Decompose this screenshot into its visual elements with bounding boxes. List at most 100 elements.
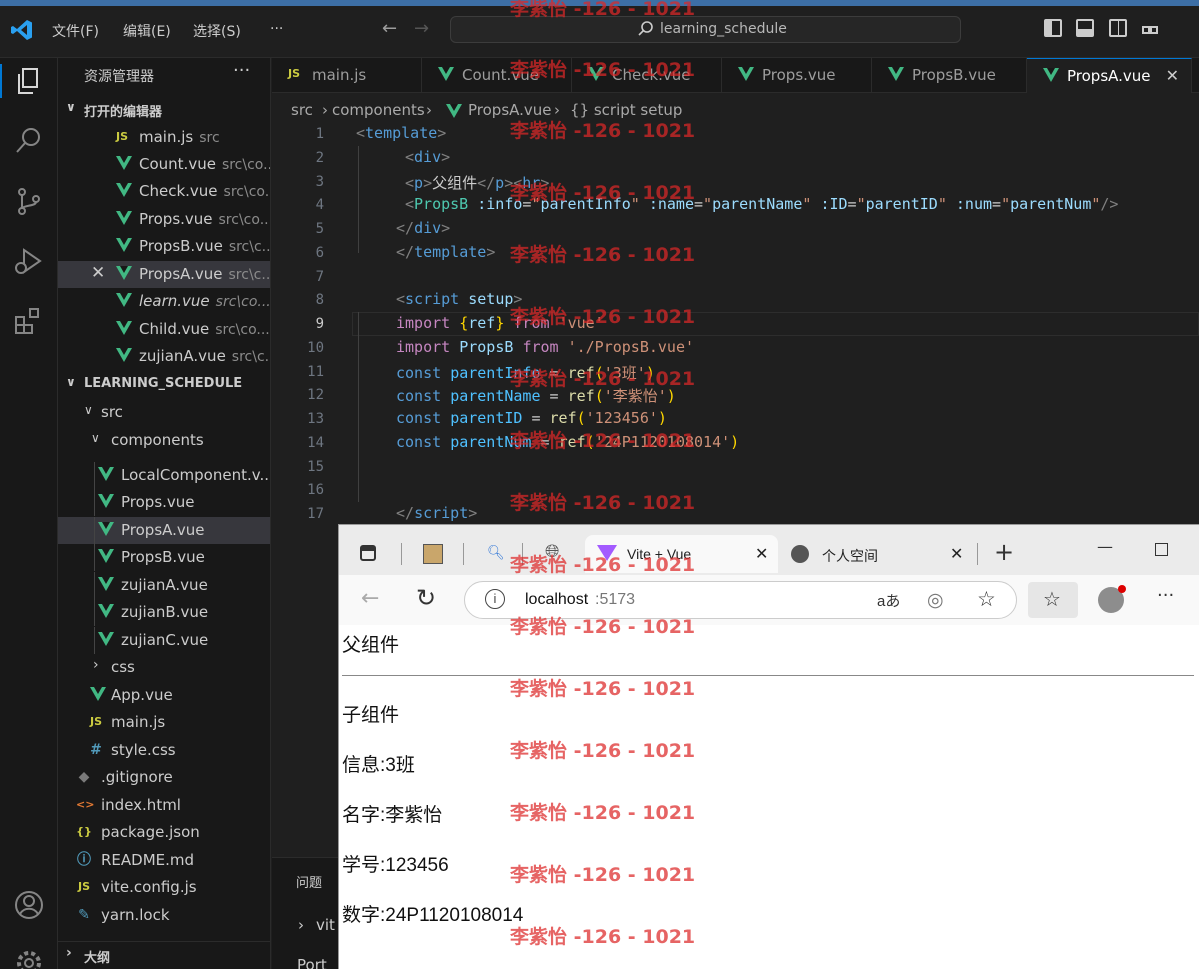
close-icon[interactable]: ✕	[950, 544, 963, 564]
file-item[interactable]: PropsB.vue	[58, 544, 270, 571]
breadcrumb-symbol[interactable]: {} script setup	[570, 101, 682, 119]
open-editors-section[interactable]: ∨ 打开的编辑器	[58, 96, 271, 123]
file-item[interactable]: <> index.html	[58, 792, 270, 819]
account-icon[interactable]	[12, 888, 46, 922]
file-item[interactable]: # style.css	[58, 737, 270, 764]
tab-propsb-vue[interactable]: PropsB.vue	[872, 58, 1027, 93]
address-bar[interactable]: i localhost:5173 aあ ◎ ☆	[464, 581, 1017, 619]
line-number: 12	[307, 387, 324, 403]
avatar[interactable]	[1098, 585, 1126, 613]
panel-row[interactable]: vit	[316, 916, 335, 934]
divider	[522, 543, 523, 565]
minimize-icon[interactable]: —	[1097, 537, 1113, 556]
open-editor-item[interactable]: PropsB.vue src\c...	[58, 233, 270, 260]
file-item[interactable]: zujianA.vue	[58, 572, 270, 599]
code-line: </script>	[396, 504, 478, 522]
open-editor-item[interactable]: Props.vue src\co...	[58, 206, 270, 233]
run-debug-icon[interactable]	[12, 244, 46, 278]
favorites-button[interactable]: ☆	[1028, 582, 1078, 618]
more-icon[interactable]: ···	[1157, 585, 1174, 606]
explorer-more-button[interactable]: ···	[233, 60, 250, 81]
file-item[interactable]: ⓘ README.md	[58, 847, 270, 874]
close-icon[interactable]: ✕	[755, 544, 768, 564]
explorer-icon[interactable]	[0, 64, 58, 98]
line-number: 7	[315, 269, 324, 285]
breadcrumb-file[interactable]: PropsA.vue	[468, 101, 552, 119]
file-name: zujianC.vue	[121, 631, 209, 649]
open-editor-item[interactable]: zujianA.vue src\c...	[58, 343, 270, 370]
file-item[interactable]: App.vue	[58, 682, 270, 709]
customize-layout-icon[interactable]	[1142, 19, 1160, 37]
outline-section[interactable]: › 大纲	[58, 941, 271, 968]
tab-check-vue[interactable]: Check.vue	[572, 58, 722, 93]
menu-edit[interactable]: 编辑(E)	[123, 21, 171, 41]
indent-guide	[94, 572, 95, 599]
browser-tab-active[interactable]: Vite + Vue ✕	[585, 535, 778, 573]
tab-actions-icon[interactable]	[360, 545, 376, 561]
edge-sync-icon[interactable]: ◎	[927, 589, 944, 612]
source-control-icon[interactable]	[12, 184, 46, 218]
file-item[interactable]: JS vite.config.js	[58, 874, 270, 901]
toggle-panel-icon[interactable]	[1076, 19, 1094, 37]
vue-file-icon	[438, 67, 454, 81]
problems-tab[interactable]: 问题	[296, 872, 322, 891]
file-item[interactable]: zujianC.vue	[58, 627, 270, 654]
project-section[interactable]: ∨ LEARNING_SCHEDULE	[58, 371, 271, 398]
file-item[interactable]: LocalComponent.v...	[58, 462, 270, 489]
read-aloud-icon[interactable]: aあ	[877, 590, 900, 611]
back-arrow-icon[interactable]: ←	[382, 18, 397, 39]
file-item[interactable]: ◆ .gitignore	[58, 764, 270, 791]
line-number: 3	[315, 174, 324, 190]
open-editor-item[interactable]: Count.vue src\co...	[58, 151, 270, 178]
tab-main-js[interactable]: JS main.js	[272, 58, 422, 93]
file-item[interactable]: JS main.js	[58, 709, 270, 736]
folder-src[interactable]: ∨ src	[58, 399, 270, 426]
tab-count-vue[interactable]: Count.vue	[422, 58, 572, 93]
toggle-secondary-sidebar-icon[interactable]	[1109, 19, 1127, 37]
breadcrumb-src[interactable]: src	[291, 101, 313, 119]
close-icon[interactable]: ✕	[1166, 66, 1179, 85]
new-tab-icon[interactable]: +	[994, 538, 1014, 566]
globe-icon[interactable]: 🌐︎	[545, 541, 559, 562]
info-icon[interactable]: i	[485, 589, 505, 609]
close-icon[interactable]: ✕	[91, 263, 105, 283]
open-editor-item[interactable]: Child.vue src\co...	[58, 316, 270, 343]
open-editor-item-active[interactable]: ✕ PropsA.vue src\c...	[58, 261, 270, 288]
menu-file[interactable]: 文件(F)	[52, 21, 99, 41]
folder-css[interactable]: › css	[58, 654, 270, 681]
breadcrumb-components[interactable]: components	[332, 101, 425, 119]
extensions-icon[interactable]	[12, 304, 46, 338]
command-center-search[interactable]: learning_schedule	[450, 16, 961, 43]
open-editor-item[interactable]: Check.vue src\co...	[58, 178, 270, 205]
file-item[interactable]: ✎ yarn.lock	[58, 902, 270, 929]
file-name: PropsA.vue	[121, 521, 205, 539]
favorite-star-icon[interactable]: ☆	[977, 587, 996, 612]
tab-favicon-icon[interactable]	[423, 544, 443, 564]
refresh-icon[interactable]: ↻	[416, 584, 436, 612]
file-item[interactable]: zujianB.vue	[58, 599, 270, 626]
file-name: main.js	[139, 128, 194, 146]
search-icon[interactable]	[12, 124, 46, 158]
file-item-selected[interactable]: PropsA.vue	[58, 517, 270, 544]
forward-arrow-icon[interactable]: →	[414, 18, 429, 39]
tab-label: PropsB.vue	[912, 66, 996, 84]
file-item[interactable]: {} package.json	[58, 819, 270, 846]
open-editor-item[interactable]: learn.vue src\co...	[58, 288, 270, 315]
toggle-primary-sidebar-icon[interactable]	[1044, 19, 1062, 37]
folder-components[interactable]: ∨ components	[58, 427, 270, 454]
code-text: 父组件	[432, 174, 478, 192]
menu-selection[interactable]: 选择(S)	[193, 21, 241, 41]
browser-tab[interactable]: 个人空间 ✕	[785, 535, 975, 573]
file-item[interactable]: Props.vue	[58, 489, 270, 516]
manage-gear-icon[interactable]	[12, 946, 46, 969]
line-number: 6	[315, 245, 324, 261]
back-arrow-icon[interactable]: ←	[361, 586, 379, 611]
tab-propsa-vue[interactable]: PropsA.vue ✕	[1027, 58, 1192, 93]
menu-more[interactable]: ···	[270, 21, 283, 37]
tab-props-vue[interactable]: Props.vue	[722, 58, 872, 93]
indent-guide	[358, 312, 359, 502]
search-icon[interactable]: 🔍︎	[487, 545, 505, 561]
desktop-edge	[0, 0, 1199, 6]
open-editor-item[interactable]: JS main.js src	[58, 124, 270, 151]
maximize-icon[interactable]	[1155, 543, 1168, 556]
